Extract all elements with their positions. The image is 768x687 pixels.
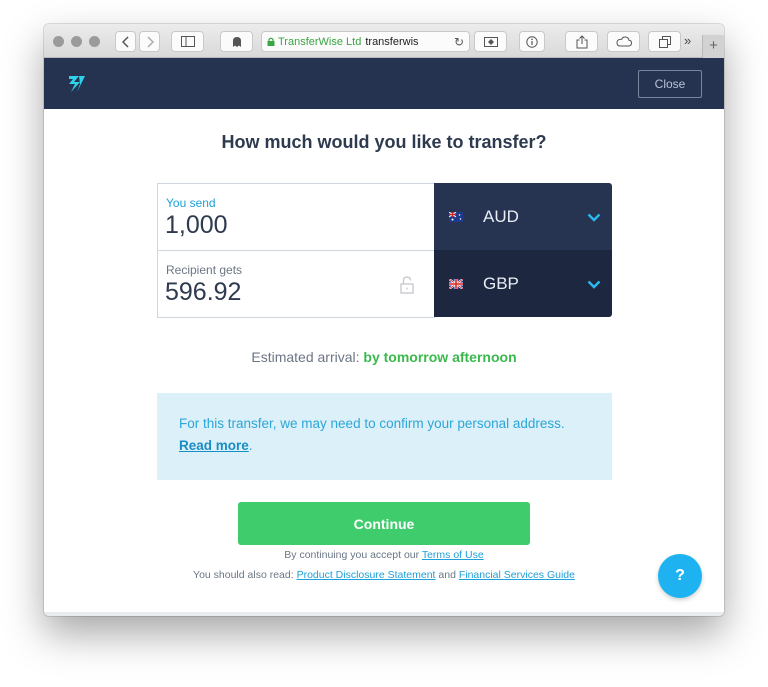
browser-window: TransferWise Ltd transferwis ↻ » + Close… xyxy=(44,24,724,616)
transferwise-logo-icon[interactable] xyxy=(66,72,88,94)
reader-icon xyxy=(483,36,498,47)
legal-prefix: By continuing you accept our xyxy=(284,549,422,561)
recipient-amount-value[interactable]: 596.92 xyxy=(165,278,241,307)
back-button[interactable] xyxy=(115,31,136,52)
chevron-down-icon xyxy=(587,280,601,289)
arrival-label: Estimated arrival: xyxy=(251,349,364,365)
recipient-amount-field[interactable]: Recipient gets 596.92 xyxy=(157,250,435,318)
send-currency-code: AUD xyxy=(483,207,519,226)
reload-icon[interactable]: ↻ xyxy=(451,35,464,49)
ghost-icon xyxy=(232,36,241,47)
new-tab-button[interactable]: + xyxy=(702,35,724,58)
legal2-and: and xyxy=(435,569,459,581)
send-amount-value[interactable]: 1,000 xyxy=(165,211,228,240)
legal2-prefix: You should also read: xyxy=(193,569,297,581)
unlock-icon[interactable] xyxy=(400,276,414,294)
fsg-link[interactable]: Financial Services Guide xyxy=(459,569,575,581)
icloud-button[interactable] xyxy=(607,31,640,52)
terms-of-use-link[interactable]: Terms of Use xyxy=(422,549,484,561)
share-button[interactable] xyxy=(565,31,598,52)
recipient-currency-code: GBP xyxy=(483,274,519,293)
zoom-window-icon[interactable] xyxy=(89,36,100,47)
privacy-button[interactable] xyxy=(220,31,253,52)
pds-link[interactable]: Product Disclosure Statement xyxy=(297,569,436,581)
browser-toolbar: TransferWise Ltd transferwis ↻ » + xyxy=(44,24,724,58)
tabs-button[interactable] xyxy=(648,31,681,52)
continue-button[interactable]: Continue xyxy=(238,502,530,545)
address-url: transferwis xyxy=(365,35,419,48)
chevron-left-icon xyxy=(121,35,129,48)
more-chevron-icon[interactable]: » xyxy=(684,33,691,48)
australia-flag-icon xyxy=(449,212,463,222)
transfer-calculator: You send 1,000 AUD Recipient gets 596.92 xyxy=(157,183,612,318)
sidebar-button[interactable] xyxy=(171,31,204,52)
close-button[interactable]: Close xyxy=(638,70,702,98)
help-button[interactable]: ? xyxy=(658,554,702,598)
info-button[interactable] xyxy=(519,31,545,52)
page-title: How much would you like to transfer? xyxy=(221,132,547,152)
address-notice: For this transfer, we may need to confir… xyxy=(157,393,612,480)
tabs-icon xyxy=(658,35,671,48)
arrival-value: by tomorrow afternoon xyxy=(363,349,517,365)
lock-icon xyxy=(267,37,275,46)
reader-button[interactable] xyxy=(474,31,507,52)
sidebar-icon xyxy=(180,36,195,47)
close-window-icon[interactable] xyxy=(53,36,64,47)
notice-end: . xyxy=(248,438,253,453)
read-more-link[interactable]: Read more xyxy=(179,438,249,453)
chevron-right-icon xyxy=(146,35,154,48)
forward-button[interactable] xyxy=(139,31,160,52)
share-icon xyxy=(576,34,587,48)
send-label: You send xyxy=(166,196,216,210)
estimated-arrival: Estimated arrival: by tomorrow afternoon xyxy=(44,349,724,365)
send-amount-field[interactable]: You send 1,000 xyxy=(157,183,435,251)
documents-notice: You should also read: Product Disclosure… xyxy=(44,569,724,581)
chevron-down-icon xyxy=(587,213,601,222)
site-header: Close xyxy=(44,58,724,109)
notice-text: For this transfer, we may need to confir… xyxy=(179,416,565,431)
info-icon xyxy=(526,35,538,48)
page-bottom-strip xyxy=(44,612,724,616)
address-org: TransferWise Ltd xyxy=(278,35,362,48)
minimize-window-icon[interactable] xyxy=(71,36,82,47)
recipient-label: Recipient gets xyxy=(166,263,243,277)
cloud-icon xyxy=(615,36,632,47)
send-currency-select[interactable]: AUD xyxy=(434,183,612,250)
terms-notice: By continuing you accept our Terms of Us… xyxy=(44,549,724,561)
uk-flag-icon xyxy=(449,279,463,289)
address-bar[interactable]: TransferWise Ltd transferwis ↻ xyxy=(261,31,470,52)
recipient-currency-select[interactable]: GBP xyxy=(434,250,612,317)
